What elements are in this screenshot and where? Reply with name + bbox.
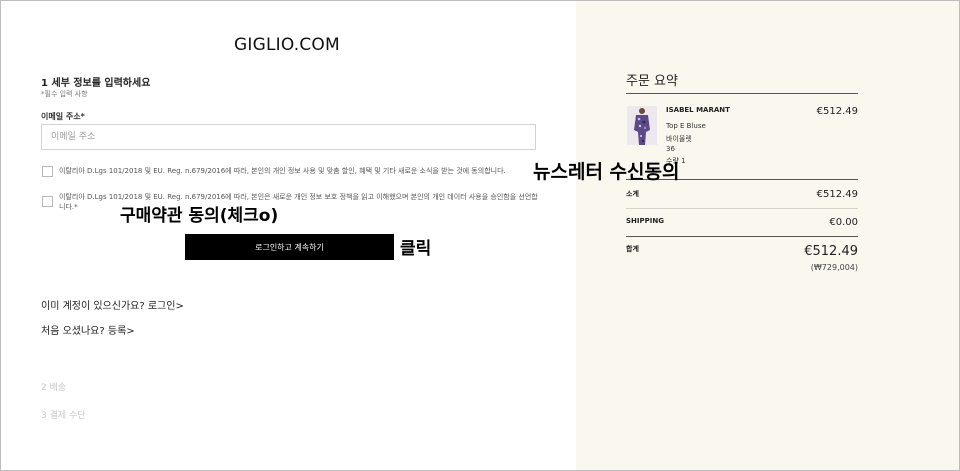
annotation-terms: 구매약관 동의(체크o) <box>120 206 279 226</box>
item-brand: ISABEL MARANT <box>666 106 730 114</box>
order-summary-pane: 주문 요약 ISABEL MARANT €512.49 Top E Bluse … <box>576 1 959 470</box>
chevron-right-icon: > <box>126 326 135 337</box>
site-logo[interactable]: GIGLIO.COM <box>234 35 340 55</box>
divider <box>626 208 858 209</box>
annotation-newsletter: 뉴스레터 수신동의 <box>533 161 680 183</box>
first-time-line: 처음 오셨나요? 등록> <box>41 322 135 337</box>
total-label: 합계 <box>626 245 639 253</box>
checkout-form-pane: GIGLIO.COM 1 세부 정보를 입력하세요 *필수 입력 사항 이메일 … <box>1 1 576 470</box>
subtotal-value: €512.49 <box>816 189 858 200</box>
shipping-value: €0.00 <box>829 217 858 228</box>
email-label: 이메일 주소* <box>41 112 85 121</box>
email-input[interactable] <box>41 124 536 150</box>
newsletter-consent-text: 이탈리아 D.Lgs 101/2018 및 EU. Reg. n.679/201… <box>59 167 506 175</box>
newsletter-checkbox[interactable] <box>42 166 53 177</box>
order-summary-title: 주문 요약 <box>626 74 678 89</box>
required-note: *필수 입력 사항 <box>41 90 88 98</box>
step2-shipping: 2 배송 <box>41 383 67 393</box>
login-link-label[interactable]: 로그인 <box>148 301 176 312</box>
total-krw-value: (₩729,004) <box>810 263 858 272</box>
product-thumbnail[interactable] <box>627 106 657 145</box>
register-link[interactable]: 등록> <box>108 326 135 337</box>
item-color: 바이올렛 <box>666 135 692 143</box>
register-link-label[interactable]: 등록 <box>108 326 126 337</box>
shipping-label: SHIPPING <box>626 217 664 225</box>
divider <box>626 93 858 94</box>
login-link[interactable]: 로그인> <box>148 301 184 312</box>
annotation-click: 클릭 <box>400 239 432 259</box>
login-continue-button[interactable]: 로그인하고 계속하기 <box>185 234 394 260</box>
divider <box>626 236 858 237</box>
privacy-checkbox[interactable] <box>42 196 53 207</box>
item-name: Top E Bluse <box>666 122 706 130</box>
item-size: 36 <box>666 145 675 153</box>
step3-payment: 3 결제 수단 <box>41 411 86 421</box>
subtotal-label: 소계 <box>626 190 639 198</box>
chevron-right-icon: > <box>175 301 184 312</box>
item-price: €512.49 <box>816 106 858 117</box>
existing-account-text: 이미 계정이 있으신가요? <box>41 301 145 312</box>
first-time-text: 처음 오셨나요? <box>41 326 105 337</box>
total-value: €512.49 <box>804 244 858 259</box>
existing-account-line: 이미 계정이 있으신가요? 로그인> <box>41 297 184 312</box>
step1-title: 1 세부 정보를 입력하세요 <box>41 78 151 89</box>
